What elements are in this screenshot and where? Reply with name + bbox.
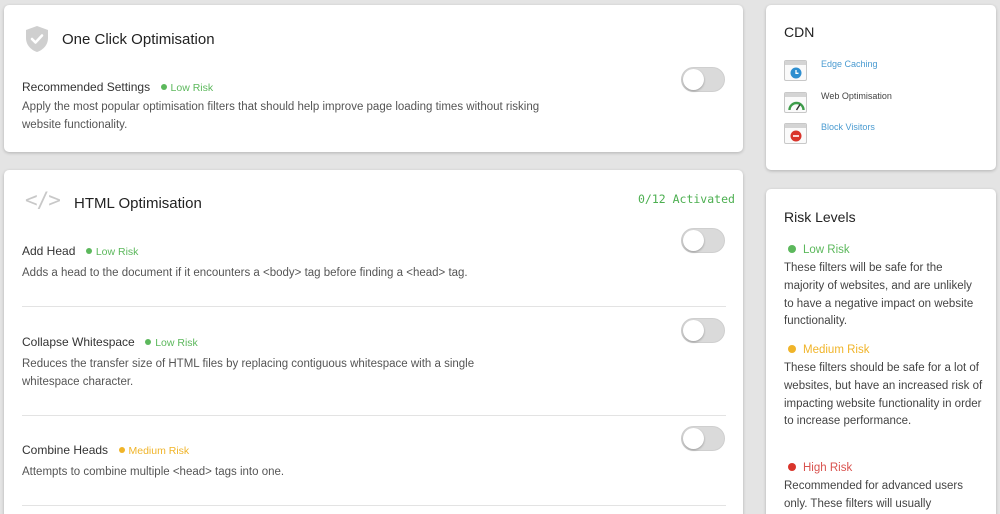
block-icon bbox=[784, 123, 807, 144]
clock-icon bbox=[784, 60, 807, 81]
shield-check-icon bbox=[25, 25, 49, 53]
recommended-settings-header: Recommended Settings Low Risk bbox=[22, 78, 213, 96]
divider bbox=[22, 415, 726, 416]
risk-badge: Low Risk bbox=[160, 82, 214, 94]
combine-heads-toggle[interactable] bbox=[681, 426, 725, 451]
card-title: HTML Optimisation bbox=[74, 195, 202, 212]
code-icon: </> bbox=[25, 188, 61, 212]
risk-dot bbox=[788, 345, 796, 353]
html-optimisation-card: </> HTML Optimisation 0/12 Activated Add… bbox=[4, 170, 743, 514]
risk-label: Low Risk bbox=[95, 246, 139, 258]
risk-dot bbox=[160, 84, 167, 90]
risk-badge: Low Risk bbox=[85, 246, 139, 258]
web-optimisation-label: Web Optimisation bbox=[821, 91, 892, 101]
setting-description: Apply the most popular optimisation filt… bbox=[22, 101, 540, 131]
high-risk-label: High Risk bbox=[788, 462, 852, 474]
risk-dot bbox=[788, 463, 796, 471]
risk-levels-card: Risk Levels Low Risk These filters will … bbox=[766, 189, 996, 514]
filter-header: Collapse Whitespace Low Risk bbox=[22, 333, 198, 351]
speedometer-icon bbox=[784, 92, 807, 113]
toggle-knob bbox=[683, 320, 704, 341]
risk-dot bbox=[145, 339, 152, 345]
risk-label: Medium Risk bbox=[128, 445, 190, 457]
filter-title: Collapse Whitespace bbox=[22, 335, 135, 349]
high-risk-description: Recommended for advanced users only. The… bbox=[784, 480, 963, 510]
filter-header: Add Head Low Risk bbox=[22, 242, 138, 260]
divider bbox=[22, 306, 726, 307]
filter-description: Adds a head to the document if it encoun… bbox=[22, 267, 468, 279]
setting-title: Recommended Settings bbox=[22, 80, 151, 94]
card-title: CDN bbox=[784, 24, 815, 40]
collapse-whitespace-toggle[interactable] bbox=[681, 318, 725, 343]
filter-description: Reduces the transfer size of HTML files … bbox=[22, 358, 475, 388]
toggle-knob bbox=[683, 428, 704, 449]
risk-dot bbox=[85, 248, 92, 254]
toggle-knob bbox=[683, 69, 704, 90]
medium-risk-description: These filters should be safe for a lot o… bbox=[784, 362, 983, 428]
risk-label: Low Risk bbox=[155, 337, 198, 349]
divider bbox=[22, 505, 726, 506]
toggle-knob bbox=[683, 230, 704, 251]
risk-level-name: High Risk bbox=[803, 462, 853, 474]
low-risk-description: These filters will be safe for the major… bbox=[784, 262, 974, 328]
card-title: Risk Levels bbox=[784, 209, 856, 225]
cdn-card: CDN Edge Caching Web Optimisation Block … bbox=[766, 5, 996, 170]
medium-risk-label: Medium Risk bbox=[788, 344, 869, 356]
risk-badge: Low Risk bbox=[145, 337, 198, 349]
edge-caching-link[interactable]: Edge Caching bbox=[821, 59, 878, 69]
add-head-toggle[interactable] bbox=[681, 228, 725, 253]
filter-title: Add Head bbox=[22, 244, 76, 258]
low-risk-label: Low Risk bbox=[788, 244, 850, 256]
filter-title: Combine Heads bbox=[22, 443, 109, 457]
risk-level-name: Medium Risk bbox=[803, 344, 870, 356]
risk-label: Low Risk bbox=[170, 82, 214, 94]
one-click-optimisation-card: One Click Optimisation Recommended Setti… bbox=[4, 5, 743, 152]
risk-dot bbox=[118, 447, 125, 453]
activated-count: 0/12 Activated bbox=[638, 192, 735, 206]
card-title: One Click Optimisation bbox=[62, 31, 215, 48]
risk-level-name: Low Risk bbox=[803, 244, 850, 256]
filter-header: Combine Heads Medium Risk bbox=[22, 441, 189, 459]
block-visitors-link[interactable]: Block Visitors bbox=[821, 122, 875, 132]
recommended-settings-toggle[interactable] bbox=[681, 67, 725, 92]
risk-dot bbox=[788, 245, 796, 253]
risk-badge: Medium Risk bbox=[118, 445, 190, 457]
filter-description: Attempts to combine multiple <head> tags… bbox=[22, 466, 285, 478]
